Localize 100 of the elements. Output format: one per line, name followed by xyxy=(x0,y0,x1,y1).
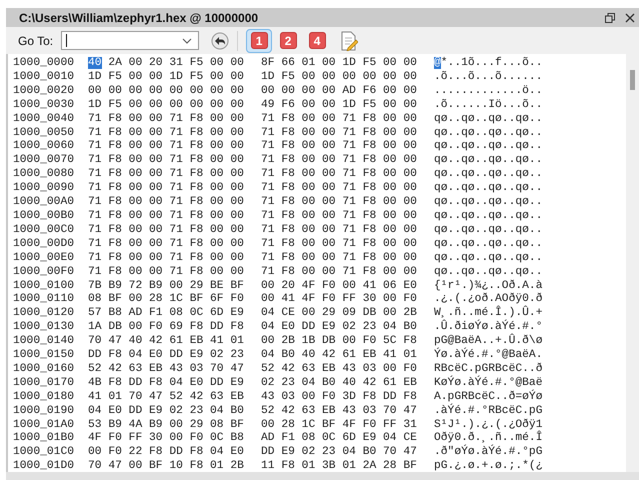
hex-cell-text: AD F1 08 0C 6D E9 04 CE xyxy=(261,432,418,446)
ascii-cell: qø..qø..qø..qø.. xyxy=(434,154,542,168)
hex-cell-text: 00 00 00 00 AD F6 00 00 xyxy=(261,84,418,99)
hex-cell-text: 11 F8 01 3B 01 2A 28 BF xyxy=(261,460,418,474)
hex-cell-text: 71 F8 00 00 71 F8 00 00 xyxy=(88,210,245,224)
address-cell-text: 1000_0120 xyxy=(13,307,76,322)
ascii-cell: qø..qø..qø..qø.. xyxy=(434,266,542,280)
address-cell-text: 1000_00C0 xyxy=(13,224,76,238)
ascii-cell-text: pG@BaëA..+.Û.ð\ø xyxy=(434,335,542,348)
hex-cell-text: 71 F8 00 00 71 F8 00 00 xyxy=(261,224,418,238)
hex-cell-text: 41 01 70 47 52 42 63 EB xyxy=(88,390,245,405)
hex-cell-text: 71 F8 00 00 71 F8 00 00 xyxy=(261,140,418,154)
ascii-cell-text: A.pGRBcëC..ð=øÝø xyxy=(434,390,542,404)
goto-field[interactable] xyxy=(61,31,200,50)
ascii-cell-text: S¹J¹.).¿.(.¿Oðÿ1 xyxy=(434,418,542,431)
hex-cell-text: 00 28 1C BF 4F F0 FF 31 xyxy=(261,418,418,432)
hex-cell-text: 4F F0 FF 30 00 F0 0C B8 xyxy=(88,432,245,446)
bookmark-button[interactable]: 4 xyxy=(304,28,330,52)
address-cell-text: 1000_0180 xyxy=(13,390,76,405)
ascii-cell-text: RBcëC.pGRBcëC..ð xyxy=(434,362,542,376)
dropdown-icon[interactable] xyxy=(182,38,192,44)
address-cell-text: 1000_00A0 xyxy=(13,196,76,210)
address-cell-text: 1000_0090 xyxy=(13,182,76,196)
hex-cell-text: 02 23 04 B0 40 42 61 EB xyxy=(261,376,418,391)
hex-cell-text: 71 F8 00 00 71 F8 00 00 xyxy=(88,196,245,210)
hex-cell-text: 71 F8 00 00 71 F8 00 00 xyxy=(88,266,245,280)
address-cell-text: 1000_00B0 xyxy=(13,210,76,224)
bookmark-button[interactable]: 2 xyxy=(275,28,302,52)
address-cell-text: 1000_0070 xyxy=(13,154,76,168)
ascii-cell-text: {¹r¹.)¾¿..Oð.A.à xyxy=(434,280,542,292)
ascii-cell: qø..qø..qø..qø.. xyxy=(434,126,542,140)
address-cell-text: 1000_01A0 xyxy=(13,418,76,432)
ascii-cell: qø..qø..qø..qø.. xyxy=(434,224,542,238)
address-cell-text: 1000_0130 xyxy=(13,321,76,336)
hex-cell-text: 8F 66 01 00 1D F5 00 00 xyxy=(261,57,418,71)
hex-cell-text: 71 F8 00 00 71 F8 00 00 xyxy=(88,140,245,154)
ascii-cell-text: KøÝø.àÝé.#.°@Baë xyxy=(434,376,542,390)
hex-cell-text: 40 2A 00 20 31 F5 00 00 xyxy=(88,57,245,71)
address-cell-text: 1000_00F0 xyxy=(13,266,76,280)
ascii-cell: .õ...õ...õ...... xyxy=(434,70,542,85)
goto-label: Go To: xyxy=(18,32,54,50)
hex-cell-text: 71 F8 00 00 71 F8 00 00 xyxy=(88,168,245,182)
address-cell-text: 1000_0110 xyxy=(13,293,76,308)
address-cell-text: 1000_0040 xyxy=(13,112,76,127)
address-cell-text: 1000_0030 xyxy=(13,98,76,113)
hex-cell-text: 71 F8 00 00 71 F8 00 00 xyxy=(261,168,418,182)
address-cell-text: 1000_0170 xyxy=(13,376,76,391)
hex-cell-text: 52 42 63 EB 43 03 70 47 xyxy=(88,362,245,377)
address-cell-text: 1000_0150 xyxy=(13,349,76,363)
ascii-cell: qø..qø..qø..qø.. xyxy=(434,252,542,266)
address-cell-text: 1000_01B0 xyxy=(13,432,76,446)
hex-cell-text: 4B F8 DD F8 04 E0 DD E9 xyxy=(88,376,245,391)
hex-cell-text: 00 00 00 00 00 00 00 00 xyxy=(88,84,245,99)
hex-cell-text: 1A DB 00 F0 69 F8 DD F8 xyxy=(88,321,245,336)
ascii-cell: @*..1õ...f...õ.. xyxy=(434,57,542,71)
horizontal-scrollbar[interactable] xyxy=(6,472,639,480)
back-icon[interactable] xyxy=(211,32,230,50)
hex-cell-text: 04 E0 DD E9 02 23 04 B0 xyxy=(88,404,245,419)
ascii-cell-text: .àÝé.#.°RBcëC.pG xyxy=(434,404,542,418)
hex-cell-text: 71 F8 00 00 71 F8 00 00 xyxy=(261,126,418,140)
close-icon[interactable] xyxy=(625,12,635,22)
cursor-byte: 40 xyxy=(88,57,102,69)
ascii-cell: qø..qø..qø..qø.. xyxy=(434,168,542,182)
ascii-cell-text: Ýø.àÝé.#.°@BaëA. xyxy=(434,349,542,362)
hex-cell-text: 71 F8 00 00 71 F8 00 00 xyxy=(88,224,245,238)
hex-cell-text: 43 03 00 F0 3D F8 DD F8 xyxy=(261,390,418,405)
ascii-cell: qø..qø..qø..qø.. xyxy=(434,140,542,154)
hex-cell-text: 71 F8 00 00 71 F8 00 00 xyxy=(261,154,418,168)
address-cell-text: 1000_01D0 xyxy=(13,460,76,474)
ascii-cell-text: .¿.(.¿oð.AOðÿ0.ð xyxy=(434,293,542,306)
address-cell-text: 1000_00D0 xyxy=(13,238,76,252)
hex-cell-text: 1D F5 00 00 00 00 00 00 xyxy=(261,70,418,85)
window-title: C:\Users\William\zephyr1.hex @ 10000000 xyxy=(19,10,258,26)
hex-cell-text: 52 42 63 EB 43 03 00 F0 xyxy=(261,362,418,377)
ascii-cell-text: .ð"øÝø.àÝé.#.°pG xyxy=(434,446,542,460)
hex-cell-text: 70 47 00 BF 10 F8 01 2B xyxy=(88,460,245,474)
hex-cell-text: 71 F8 00 00 71 F8 00 00 xyxy=(261,112,418,127)
scrollbar[interactable] xyxy=(626,54,639,472)
ascii-cell: qø..qø..qø..qø.. xyxy=(434,238,542,252)
ascii-cell: .............ö.. xyxy=(434,84,542,99)
hex-cell-text: 00 41 4F F0 FF 30 00 F0 xyxy=(261,293,418,308)
address-cell-text: 1000_0140 xyxy=(13,335,76,350)
hex-cell-text: 04 CE 00 29 09 DB 00 2B xyxy=(261,307,418,322)
cursor-char: @ xyxy=(434,57,441,69)
note-edit-icon[interactable] xyxy=(340,30,358,50)
hex-cell-text: 08 BF 00 28 1C BF 6F F0 xyxy=(88,293,245,308)
ascii-cell: pG.¿.ø.+.ø.;.*(¿ xyxy=(434,460,542,474)
hex-cell-text: 52 42 63 EB 43 03 70 47 xyxy=(261,404,418,419)
ascii-cell: qø..qø..qø..qø.. xyxy=(434,210,542,224)
hex-cell-text: 71 F8 00 00 71 F8 00 00 xyxy=(261,210,418,224)
ascii-cell: qø..qø..qø..qø.. xyxy=(434,182,542,196)
restore-icon[interactable] xyxy=(605,12,615,22)
ascii-cell-text: W¸.ñ..mé.Î.).Û.+ xyxy=(434,307,542,320)
hex-cell-text: 04 B0 40 42 61 EB 41 01 xyxy=(261,349,418,363)
hex-cell-text: 71 F8 00 00 71 F8 00 00 xyxy=(261,196,418,210)
hex-cell-text: 71 F8 00 00 71 F8 00 00 xyxy=(261,266,418,280)
bookmark-button[interactable]: 1 xyxy=(246,28,272,52)
hex-cell-text: 53 B9 4A B9 00 29 08 BF xyxy=(88,418,245,432)
address-cell-text: 1000_0020 xyxy=(13,84,76,99)
hex-cell-text: 1D F5 00 00 1D F5 00 00 xyxy=(88,70,245,85)
